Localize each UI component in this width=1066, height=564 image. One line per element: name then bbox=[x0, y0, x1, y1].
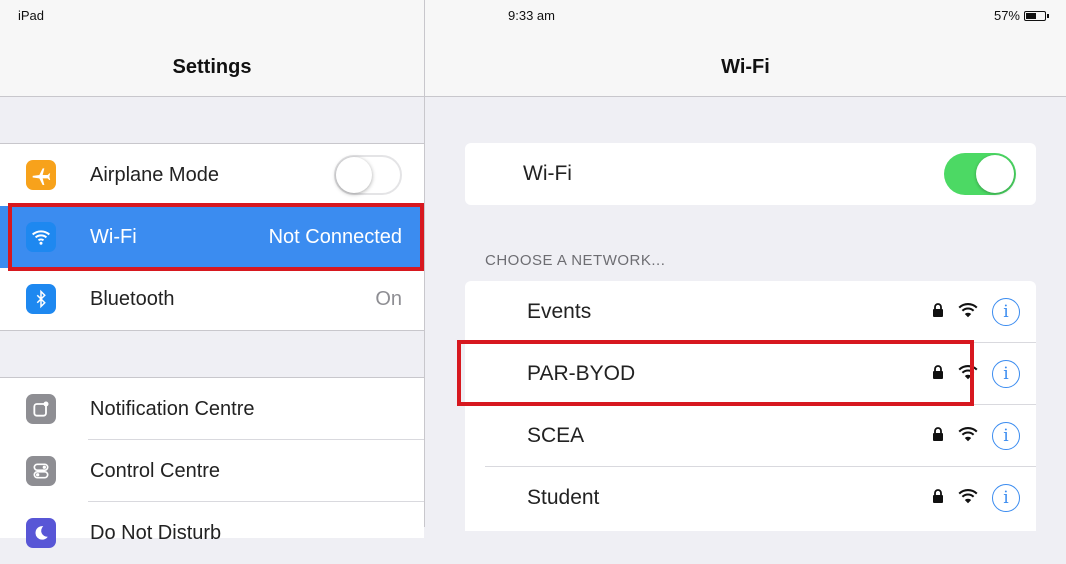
sidebar-item-label: Bluetooth bbox=[90, 287, 175, 310]
wifi-highlight-box bbox=[8, 203, 424, 271]
settings-sidebar: Settings Airplane Mode Wi-Fi Not Connect… bbox=[0, 0, 424, 548]
device-name: iPad bbox=[18, 8, 45, 23]
notification-centre-icon bbox=[26, 394, 56, 424]
moon-icon bbox=[26, 518, 56, 548]
bluetooth-status-value: On bbox=[375, 287, 402, 310]
sidebar-item-airplane-mode[interactable]: Airplane Mode bbox=[0, 144, 424, 206]
wifi-signal-icon bbox=[958, 426, 978, 447]
info-icon[interactable]: i bbox=[992, 298, 1020, 326]
status-bar: iPad 9:33 am 57% bbox=[0, 0, 1066, 28]
wifi-toggle-row: Wi-Fi bbox=[465, 143, 1036, 205]
wifi-title: Wi-Fi bbox=[721, 56, 770, 78]
wifi-toggle[interactable] bbox=[944, 153, 1016, 195]
network-list: Events i PAR-BYOD i SCEA i Student i bbox=[465, 281, 1036, 531]
airplane-mode-toggle[interactable] bbox=[334, 155, 402, 195]
wifi-detail-pane: Wi-Fi Wi-Fi CHOOSE A NETWORK... Events i… bbox=[425, 0, 1066, 531]
battery-icon bbox=[1024, 10, 1049, 21]
info-icon[interactable]: i bbox=[992, 422, 1020, 450]
info-icon[interactable]: i bbox=[992, 484, 1020, 512]
airplane-icon bbox=[26, 160, 56, 190]
sidebar-item-label: Notification Centre bbox=[90, 397, 255, 420]
bluetooth-icon bbox=[26, 284, 56, 314]
network-row-student[interactable]: Student i bbox=[465, 467, 1036, 529]
sidebar-item-control-centre[interactable]: Control Centre bbox=[0, 440, 424, 502]
lock-icon bbox=[932, 426, 944, 446]
network-row-scea[interactable]: SCEA i bbox=[465, 405, 1036, 467]
network-name: Student bbox=[527, 486, 600, 509]
wifi-toggle-card: Wi-Fi bbox=[465, 143, 1036, 205]
sidebar-item-do-not-disturb[interactable]: Do Not Disturb bbox=[0, 502, 424, 564]
settings-title: Settings bbox=[172, 56, 252, 78]
choose-network-header: CHOOSE A NETWORK... bbox=[485, 252, 666, 269]
wifi-signal-icon bbox=[958, 302, 978, 323]
sidebar-item-label: Do Not Disturb bbox=[90, 521, 222, 544]
control-centre-icon bbox=[26, 456, 56, 486]
battery-percent: 57% bbox=[993, 8, 1020, 23]
lock-icon bbox=[932, 302, 944, 322]
settings-group-system: Notification Centre Control Centre Do No… bbox=[0, 377, 424, 548]
sidebar-item-notification-centre[interactable]: Notification Centre bbox=[0, 378, 424, 440]
sidebar-item-label: Airplane Mode bbox=[90, 163, 219, 186]
network-name: SCEA bbox=[527, 424, 585, 447]
network-row-events[interactable]: Events i bbox=[465, 281, 1036, 343]
par-byod-highlight-box bbox=[457, 340, 974, 406]
wifi-toggle-label: Wi-Fi bbox=[523, 162, 572, 185]
lock-icon bbox=[932, 488, 944, 508]
sidebar-item-bluetooth[interactable]: Bluetooth On bbox=[0, 268, 424, 330]
status-time: 9:33 am bbox=[508, 8, 555, 23]
network-name: Events bbox=[527, 300, 592, 323]
info-icon[interactable]: i bbox=[992, 360, 1020, 388]
sidebar-item-label: Control Centre bbox=[90, 459, 221, 482]
wifi-signal-icon bbox=[958, 488, 978, 509]
battery-status: 57% bbox=[993, 8, 1049, 23]
